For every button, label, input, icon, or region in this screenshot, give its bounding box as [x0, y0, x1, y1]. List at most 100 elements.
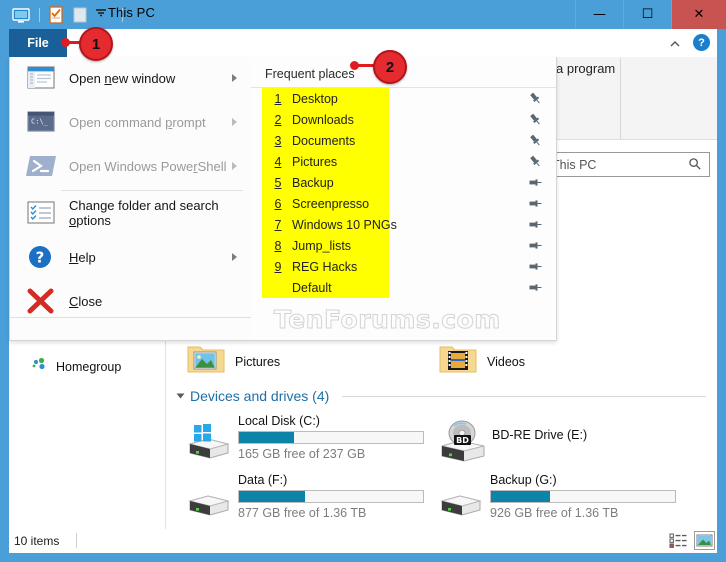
watermark: TenForums.com: [274, 305, 501, 335]
frequent-places-title: Frequent places: [265, 67, 355, 81]
file-tab[interactable]: File: [9, 29, 67, 57]
file-menu: Open new window C:\_ Open command prompt: [9, 57, 557, 341]
pin-icon[interactable]: [528, 112, 543, 127]
nav-item-homegroup[interactable]: Homegroup: [32, 356, 121, 377]
drive-item-bd-re-e[interactable]: BD BD-RE Drive (E:): [434, 414, 587, 464]
menu-bottom-divider: [10, 317, 251, 318]
drive-item-backup-g[interactable]: Backup (G:) 926 GB free of 1.36 TB: [434, 473, 676, 535]
pictures-folder-icon: [186, 342, 226, 381]
minimize-icon: —: [593, 7, 606, 22]
menu-item-label: Close: [69, 293, 103, 309]
help-button[interactable]: ?: [693, 34, 710, 51]
explorer-window: This PC — ☐ ✕ ? a program This PC Homegr…: [0, 0, 726, 562]
search-input[interactable]: This PC: [546, 152, 710, 177]
menu-item-open-command-prompt[interactable]: C:\_ Open command prompt: [10, 103, 251, 141]
close-x-icon: [24, 286, 58, 316]
pinned-icon[interactable]: [528, 280, 543, 295]
folder-item-videos[interactable]: Videos: [438, 342, 525, 381]
drive-usage-bar: [490, 490, 676, 503]
list-item-label: REG Hacks: [292, 259, 358, 274]
ribbon-tab-row: [9, 29, 717, 58]
status-item-count: 10 items: [14, 534, 60, 548]
minimize-button[interactable]: —: [575, 0, 623, 29]
list-item-number: 7: [274, 217, 282, 232]
list-item-label: Screenpresso: [292, 196, 370, 211]
drive-item-data-f[interactable]: Data (F:) 877 GB free of 1.36 TB: [182, 473, 424, 535]
list-item-number: 3: [274, 133, 282, 148]
menu-item-close[interactable]: Close: [10, 282, 251, 320]
new-window-icon: [24, 63, 58, 93]
collapse-ribbon-button[interactable]: [668, 37, 682, 51]
list-item[interactable]: 9 REG Hacks: [251, 256, 556, 277]
pinned-icon[interactable]: [528, 238, 543, 253]
submenu-arrow-icon: [232, 74, 237, 82]
pin-icon[interactable]: [528, 91, 543, 106]
drive-free-space: 877 GB free of 1.36 TB: [238, 506, 367, 520]
close-button[interactable]: ✕: [671, 0, 726, 29]
group-divider: [342, 395, 706, 397]
list-item[interactable]: 1 Desktop: [251, 88, 556, 109]
menu-item-change-folder-and-search-options[interactable]: Change folder and search options: [10, 194, 251, 232]
menu-item-label: Help: [69, 249, 96, 265]
list-item-label: Backup: [292, 175, 334, 190]
drive-free-space: 926 GB free of 1.36 TB: [490, 506, 619, 520]
menu-divider: [61, 190, 243, 191]
view-mode-buttons: [669, 531, 715, 550]
group-header-devices-and-drives[interactable]: Devices and drives (4): [176, 388, 706, 404]
videos-folder-icon: [438, 342, 478, 381]
search-icon[interactable]: [688, 157, 702, 171]
drive-info: Backup (G:) 926 GB free of 1.36 TB: [490, 473, 676, 520]
maximize-button[interactable]: ☐: [623, 0, 671, 29]
pinned-icon[interactable]: [528, 217, 543, 232]
list-item-number: 5: [274, 175, 282, 190]
menu-item-open-windows-powershell[interactable]: Open Windows PowerShell: [10, 147, 251, 185]
windows-drive-icon: [182, 420, 234, 464]
list-item[interactable]: 2 Downloads: [251, 109, 556, 130]
large-icons-view-icon[interactable]: [694, 531, 715, 550]
svg-text:C:\_: C:\_: [31, 118, 49, 126]
list-item-label: Documents: [292, 133, 356, 148]
window-controls: — ☐ ✕: [575, 0, 726, 29]
properties-icon[interactable]: [45, 4, 67, 26]
list-item-number: 8: [274, 238, 282, 253]
drive-usage-fill: [239, 432, 295, 443]
list-item[interactable]: 4 Pictures: [251, 151, 556, 172]
file-menu-commands: Open new window C:\_ Open command prompt: [10, 57, 252, 340]
pin-icon[interactable]: [528, 133, 543, 148]
qat-divider-1: [39, 8, 40, 22]
pinned-icon[interactable]: [528, 259, 543, 274]
menu-item-help[interactable]: ? Help: [10, 238, 251, 276]
new-folder-icon[interactable]: [69, 4, 91, 26]
list-item[interactable]: 5 Backup: [251, 172, 556, 193]
menu-item-open-new-window[interactable]: Open new window: [10, 59, 251, 97]
drive-item-local-disk-c[interactable]: Local Disk (C:) 165 GB free of 237 GB: [182, 414, 424, 464]
drive-usage-bar: [238, 490, 424, 503]
pin-icon[interactable]: [528, 154, 543, 169]
annotation-badge: 2: [373, 50, 407, 84]
list-item[interactable]: 3 Documents: [251, 130, 556, 151]
status-divider: [76, 533, 77, 548]
list-item-label: Jump_lists: [292, 238, 352, 253]
this-pc-icon[interactable]: [10, 4, 32, 26]
details-view-icon[interactable]: [669, 532, 688, 549]
drive-name: BD-RE Drive (E:): [492, 428, 588, 442]
list-item-label: Desktop: [292, 91, 338, 106]
help-icon: ?: [24, 242, 58, 272]
drive-usage-bar: [238, 431, 424, 444]
folder-item-pictures[interactable]: Pictures: [186, 342, 280, 381]
frequent-places-list: 1 Desktop 2 Downloads 3 Documents 4 Pict…: [251, 88, 556, 298]
drive-info: Data (F:) 877 GB free of 1.36 TB: [238, 473, 424, 520]
pinned-icon[interactable]: [528, 175, 543, 190]
menu-item-label: Open new window: [69, 70, 176, 86]
list-item[interactable]: 7 Windows 10 PNGs: [251, 214, 556, 235]
status-bar: [9, 529, 717, 553]
list-item[interactable]: 8 Jump_lists: [251, 235, 556, 256]
svg-text:BD: BD: [456, 436, 469, 445]
group-title: Devices and drives (4): [190, 388, 330, 404]
pinned-icon[interactable]: [528, 196, 543, 211]
list-item[interactable]: 6 Screenpresso: [251, 193, 556, 214]
drive-name: Local Disk (C:): [238, 414, 320, 428]
list-item[interactable]: Default: [251, 277, 556, 298]
list-item-number: 6: [274, 196, 282, 211]
submenu-arrow-icon: [232, 253, 237, 261]
